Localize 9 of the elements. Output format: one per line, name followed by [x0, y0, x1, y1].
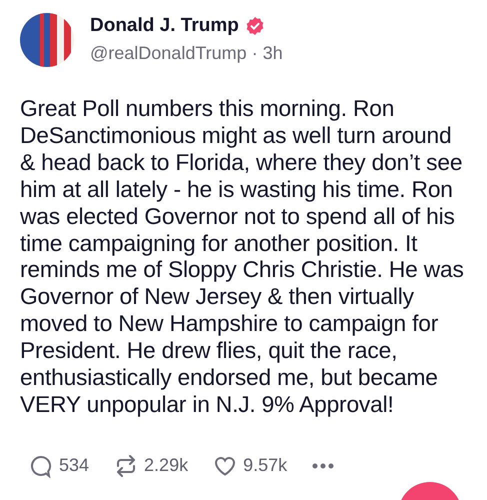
reply-button[interactable]: 534	[29, 454, 90, 478]
author-handle: @realDonaldTrump · 3h	[90, 43, 283, 64]
author-name[interactable]: Donald J. Trump	[90, 15, 239, 37]
more-icon	[312, 462, 334, 469]
more-button[interactable]	[312, 462, 334, 469]
post-text: Great Poll numbers this morning. Ron DeSanctimonious might as well turn around & head back to Florida, where they don’t see him at all lately - he is wasting his time. Ron was elected Governor not to spend all of his time campaigning for another position. It reminds me of Sloppy Chris Christie. He was Governor of New Jersey & then virtually moved to New Hampshire to campaign for President. He drew flies, quit the race, enthusiastically endorsed me, but became VERY unpopular in N.J. 9% Approval!	[20, 95, 465, 418]
repost-button[interactable]: 2.29k	[114, 454, 188, 478]
comment-icon	[29, 454, 53, 478]
like-button[interactable]: 9.57k	[213, 454, 288, 478]
